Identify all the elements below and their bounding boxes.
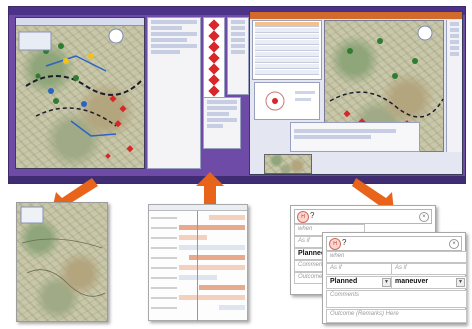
chevron-down-icon[interactable]: ▼ <box>456 278 465 287</box>
hostile-symbol-icon[interactable] <box>208 63 220 75</box>
when-field[interactable]: when <box>326 251 467 263</box>
close-icon[interactable]: × <box>419 212 429 222</box>
right-toolbar[interactable] <box>250 12 462 19</box>
timeline-header <box>149 205 247 211</box>
right-tool-column[interactable] <box>446 20 462 152</box>
standalone-map-view[interactable] <box>16 202 108 322</box>
standalone-map-overlay <box>20 206 106 297</box>
as-if-start-field[interactable]: As if <box>326 263 393 275</box>
outcome-field[interactable]: Outcome (Remarks) Here <box>326 309 467 323</box>
left-window-titlebar[interactable] <box>16 18 144 26</box>
close-icon[interactable]: × <box>449 239 459 249</box>
hostile-symbol-icon[interactable] <box>208 85 220 97</box>
annotation-panel[interactable] <box>290 122 420 152</box>
status-value: Planned <box>330 278 358 285</box>
timeline-tool-panel[interactable] <box>203 97 241 149</box>
event-detail-popup[interactable] <box>254 82 320 120</box>
hostile-symbol-icon[interactable] <box>208 74 220 86</box>
left-map-window[interactable] <box>15 17 145 169</box>
comments-field[interactable]: Comments <box>326 290 467 308</box>
kind-select[interactable]: maneuver ▼ <box>391 276 467 289</box>
layer-list-panel[interactable] <box>147 17 201 169</box>
form-title: ? <box>310 211 315 220</box>
hostile-symbol-icon[interactable] <box>208 30 220 42</box>
chevron-down-icon[interactable]: ▼ <box>382 278 391 287</box>
right-map-window[interactable] <box>249 11 463 175</box>
as-if-end-field[interactable]: As if <box>391 263 467 275</box>
timeline-cursor[interactable] <box>197 211 198 321</box>
option-list-panel[interactable] <box>227 17 249 95</box>
form-title: ? <box>342 238 347 247</box>
form-header: H ? × <box>294 209 432 224</box>
map-overlay <box>18 28 142 159</box>
left-map-canvas[interactable] <box>16 26 144 168</box>
application-screenshot-montage <box>8 6 466 184</box>
event-form-front[interactable]: H ? × when As if As if Planned ▼ maneuve… <box>322 232 467 324</box>
kind-value: maneuver <box>395 278 429 285</box>
event-type-icon[interactable]: H <box>329 238 341 250</box>
hostile-symbol-icon[interactable] <box>208 52 220 64</box>
event-table[interactable] <box>252 20 322 80</box>
detail-diagram <box>265 91 315 111</box>
event-type-icon[interactable]: H <box>297 211 309 223</box>
status-select[interactable]: Planned ▼ <box>326 276 393 289</box>
hostile-symbol-icon[interactable] <box>208 41 220 53</box>
standalone-timeline-view[interactable] <box>148 204 248 321</box>
overview-map-thumbnail[interactable] <box>264 154 312 174</box>
form-header: H ? × <box>326 236 462 251</box>
hostile-symbol-icon[interactable] <box>208 19 220 31</box>
